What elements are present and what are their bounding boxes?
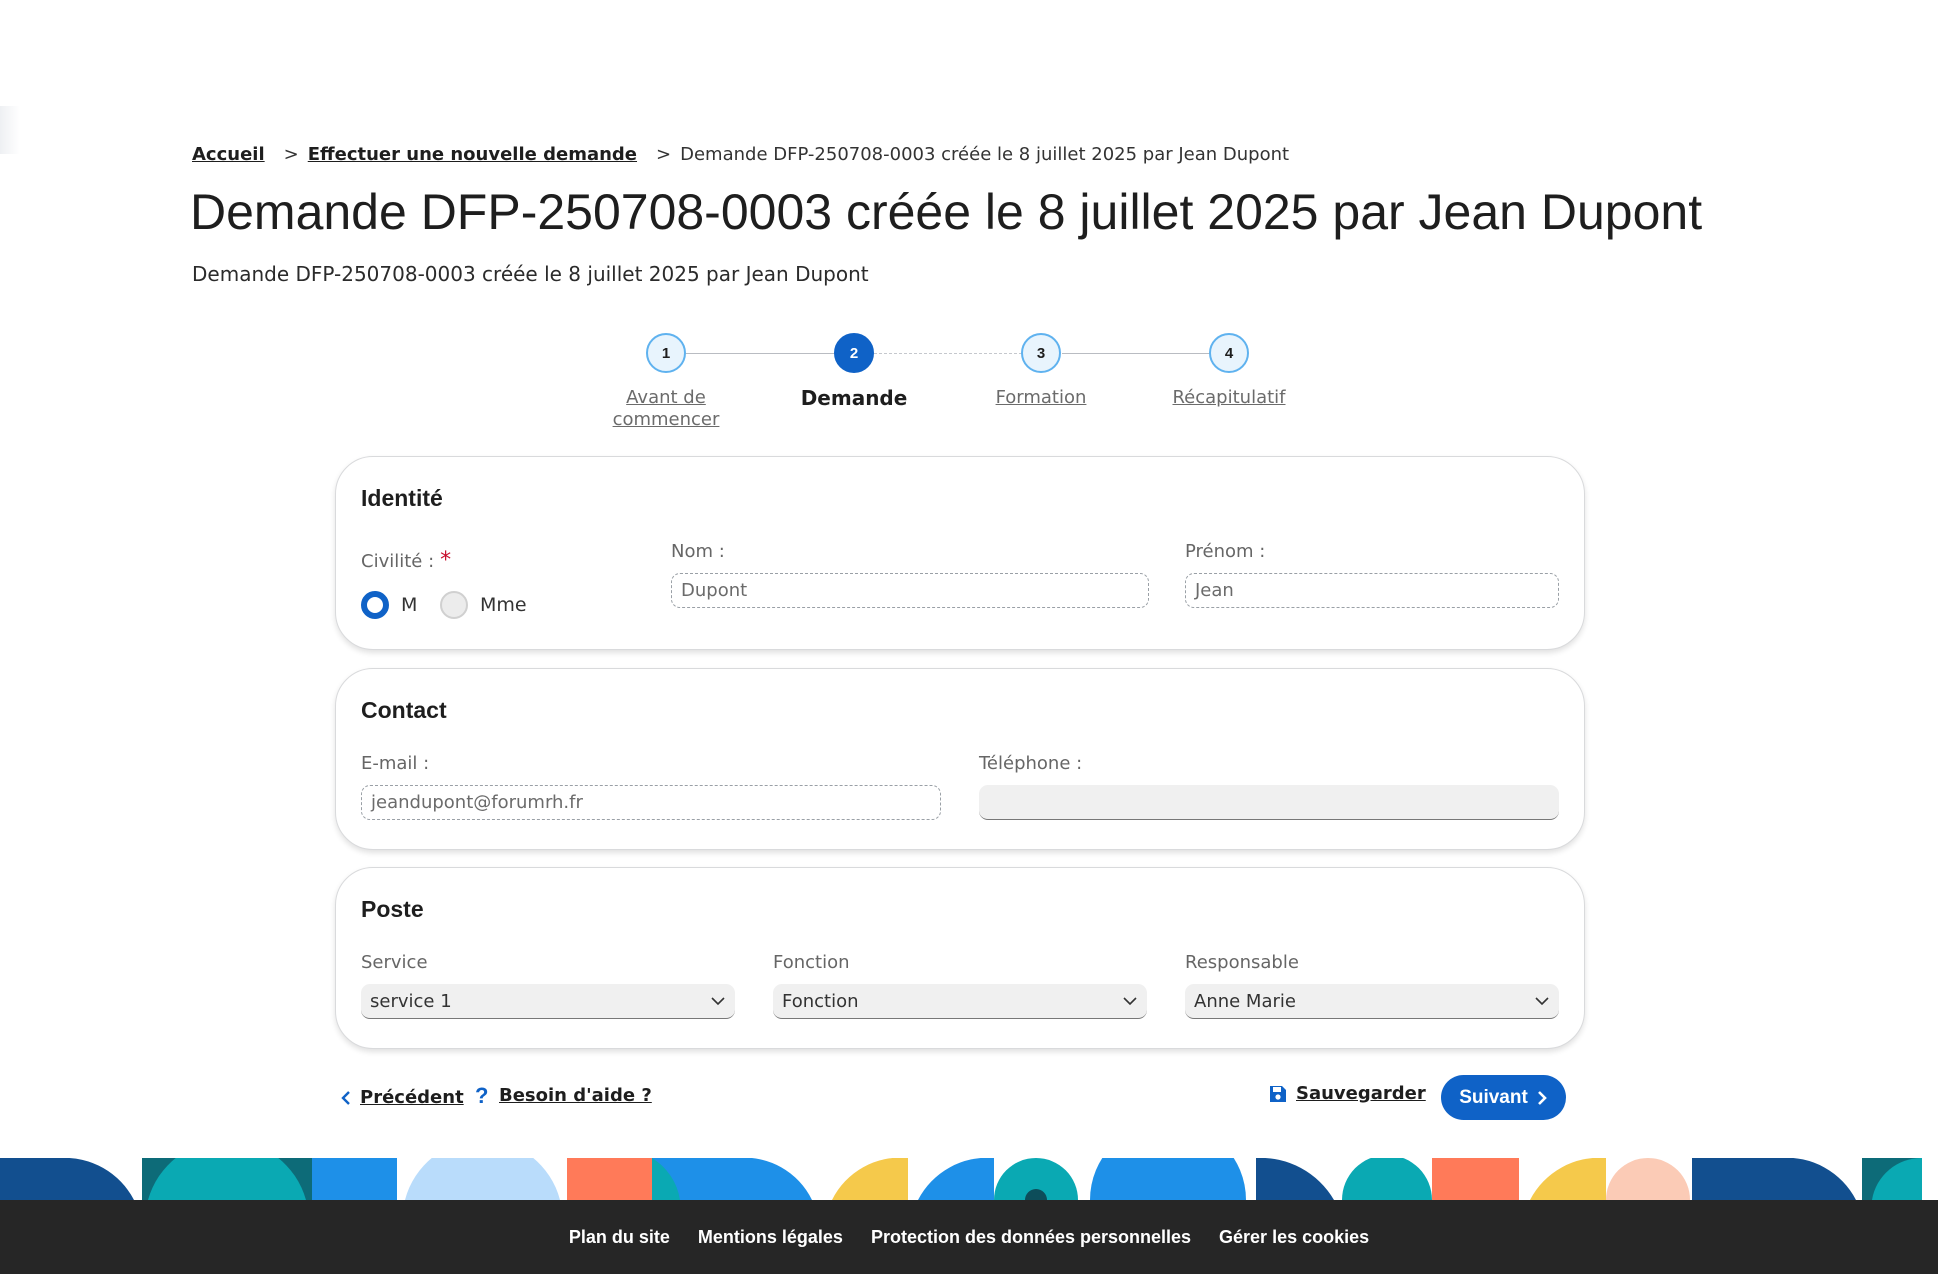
position-title: Poste: [361, 896, 424, 922]
page-title: Demande DFP-250708-0003 créée le 8 juill…: [190, 184, 1703, 240]
footer: Plan du site Mentions légales Protection…: [0, 1200, 1938, 1274]
svg-text:?: ?: [475, 1083, 488, 1107]
chevron-left-icon: [341, 1090, 350, 1105]
breadcrumb-home-link[interactable]: Accueil: [192, 144, 265, 165]
last-name-label: Nom :: [671, 541, 725, 562]
radio-checked-indicator[interactable]: [361, 591, 389, 619]
next-button[interactable]: Suivant: [1441, 1075, 1566, 1120]
contact-card: Contact E-mail : jeandupont@forumrh.fr T…: [335, 668, 1585, 850]
breadcrumb-current: Demande DFP-250708-0003 créée le 8 juill…: [680, 144, 1290, 165]
first-name-label: Prénom :: [1185, 541, 1266, 562]
footer-link-sitemap[interactable]: Plan du site: [569, 1227, 670, 1248]
email-field[interactable]: jeandupont@forumrh.fr: [361, 785, 941, 820]
step-number: 3: [1021, 333, 1061, 373]
step-2: 2 Demande: [774, 333, 934, 409]
breadcrumb-separator: >: [656, 144, 672, 165]
position-card: Poste Service service 1 Fonction Fonctio…: [335, 867, 1585, 1049]
save-label: Sauvegarder: [1296, 1083, 1426, 1104]
step-label[interactable]: Récapitulatif: [1149, 387, 1309, 409]
service-select[interactable]: service 1: [361, 984, 735, 1019]
identity-title: Identité: [361, 485, 443, 511]
save-disk-icon: [1270, 1085, 1286, 1102]
identity-card: Identité Civilité : * M Mme Nom : Dupont …: [335, 456, 1585, 650]
step-label: Demande: [800, 386, 908, 410]
footer-link-privacy[interactable]: Protection des données personnelles: [871, 1227, 1191, 1248]
step-1[interactable]: 1 Avant de commencer: [586, 333, 746, 431]
manager-label: Responsable: [1185, 952, 1299, 973]
step-label[interactable]: Avant de commencer: [586, 387, 746, 431]
chevron-down-icon: [1535, 997, 1549, 1006]
step-number: 4: [1209, 333, 1249, 373]
email-label: E-mail :: [361, 753, 430, 774]
chevron-down-icon: [1123, 997, 1137, 1006]
next-label: Suivant: [1459, 1086, 1528, 1108]
last-name-field[interactable]: Dupont: [671, 573, 1149, 608]
step-number: 1: [646, 333, 686, 373]
breadcrumb: Accueil > Effectuer une nouvelle demande…: [192, 144, 1289, 165]
previous-label: Précédent: [360, 1087, 464, 1108]
first-name-field[interactable]: Jean: [1185, 573, 1559, 608]
previous-link[interactable]: Précédent: [340, 1087, 464, 1108]
breadcrumb-parent-link[interactable]: Effectuer une nouvelle demande: [308, 144, 637, 165]
civility-label: Civilité : *: [361, 548, 451, 573]
decorative-pattern-band: [0, 1158, 1922, 1200]
question-mark-icon: ?: [475, 1083, 488, 1107]
step-4[interactable]: 4 Récapitulatif: [1149, 333, 1309, 409]
radio-label: M: [401, 594, 418, 616]
help-link[interactable]: ? Besoin d'aide ?: [473, 1083, 652, 1107]
function-selected-value: Fonction: [782, 990, 859, 1012]
contact-title: Contact: [361, 697, 447, 723]
chevron-right-icon: [1537, 1090, 1547, 1105]
radio-unchecked-indicator[interactable]: [440, 591, 468, 619]
footer-link-cookies[interactable]: Gérer les cookies: [1219, 1227, 1369, 1248]
step-label[interactable]: Formation: [961, 387, 1121, 409]
radio-civility-mme[interactable]: Mme: [440, 591, 527, 619]
footer-link-legal[interactable]: Mentions légales: [698, 1227, 843, 1248]
function-label: Fonction: [773, 952, 850, 973]
page-subtitle: Demande DFP-250708-0003 créée le 8 juill…: [192, 262, 869, 286]
phone-label: Téléphone :: [979, 753, 1083, 774]
radio-label: Mme: [480, 594, 527, 616]
manager-selected-value: Anne Marie: [1194, 990, 1296, 1012]
function-select[interactable]: Fonction: [773, 984, 1147, 1019]
radio-civility-m[interactable]: M: [361, 591, 417, 619]
required-mark: *: [440, 548, 452, 573]
step-3[interactable]: 3 Formation: [961, 333, 1121, 409]
left-edge-shadow: [0, 106, 20, 154]
service-label: Service: [361, 952, 428, 973]
help-label: Besoin d'aide ?: [499, 1084, 652, 1106]
chevron-down-icon: [711, 997, 725, 1006]
manager-select[interactable]: Anne Marie: [1185, 984, 1559, 1019]
service-selected-value: service 1: [370, 990, 452, 1012]
breadcrumb-separator: >: [283, 144, 299, 165]
save-link[interactable]: Sauvegarder: [1268, 1083, 1426, 1104]
step-number: 2: [834, 333, 874, 373]
phone-field[interactable]: [979, 785, 1559, 820]
civility-label-text: Civilité :: [361, 551, 435, 572]
